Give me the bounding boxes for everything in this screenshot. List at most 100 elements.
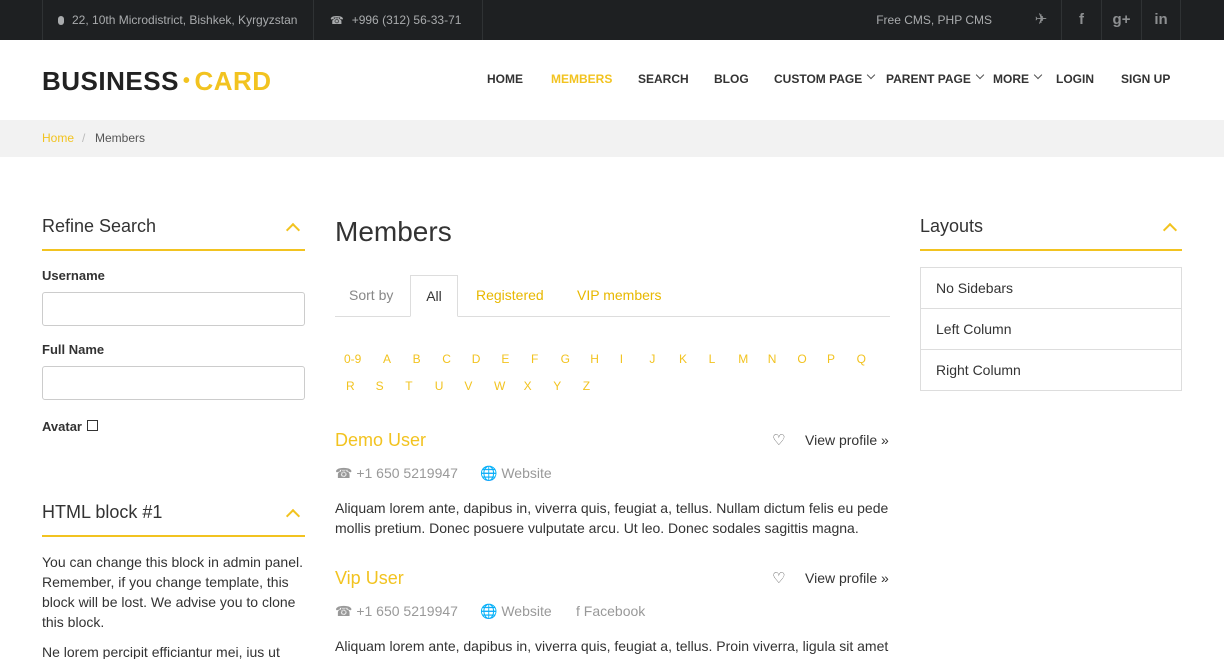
address-text: 22, 10th Microdistrict, Bishkek, Kyrgyzs…: [72, 13, 298, 27]
divider: [42, 535, 305, 537]
alpha-filter-u[interactable]: U: [435, 379, 444, 393]
logo-part2: CARD: [194, 66, 272, 96]
site-logo[interactable]: BUSINESS • CARD: [42, 66, 272, 97]
member-website[interactable]: 🌐 Website: [480, 603, 552, 620]
nav-signup[interactable]: SIGN UP: [1121, 72, 1170, 88]
alpha-filter-x[interactable]: X: [524, 379, 532, 393]
alpha-filter-i[interactable]: I: [620, 352, 623, 366]
divider: [920, 249, 1182, 251]
fullname-label: Full Name: [42, 342, 105, 357]
layouts-title: Layouts: [920, 216, 984, 236]
member-phone: ☎ +1 650 5219947: [335, 603, 458, 619]
phone-icon: ☎: [330, 15, 344, 27]
phone-text: +996 (312) 56-33-71: [351, 13, 462, 27]
nav-login[interactable]: LOGIN: [1056, 72, 1094, 88]
html-block-text: You can change this block in admin panel…: [42, 554, 303, 630]
nav-parent-page[interactable]: PARENT PAGE: [886, 70, 985, 88]
layout-item-right-column[interactable]: Right Column: [921, 350, 1181, 390]
divider: [42, 249, 305, 251]
map-pin-icon: [58, 16, 64, 25]
alpha-filter-k[interactable]: K: [679, 352, 687, 366]
breadcrumb-current: Members: [95, 131, 146, 145]
alpha-filter-h[interactable]: H: [590, 352, 599, 366]
collapse-icon[interactable]: [285, 222, 301, 238]
phone: ☎ +996 (312) 56-33-71: [313, 0, 483, 40]
alpha-filter-o[interactable]: O: [797, 352, 806, 366]
member-website[interactable]: 🌐 Website: [480, 465, 552, 482]
alpha-filter-z[interactable]: Z: [583, 379, 590, 393]
alpha-filter-y[interactable]: Y: [553, 379, 561, 393]
google-plus-icon[interactable]: g+: [1101, 0, 1141, 40]
alpha-filter-n[interactable]: N: [768, 352, 777, 366]
html-block-title: HTML block #1: [42, 502, 163, 522]
tab-registered[interactable]: Registered: [476, 287, 544, 303]
nav-more[interactable]: MORE: [993, 70, 1043, 88]
logo-dot: •: [182, 70, 191, 92]
alpha-filter-s[interactable]: S: [376, 379, 384, 393]
alpha-filter-v[interactable]: V: [464, 379, 472, 393]
heart-icon[interactable]: ♡: [772, 569, 785, 587]
member-name[interactable]: Demo User: [335, 430, 426, 451]
nav-home[interactable]: HOME: [487, 72, 523, 88]
logo-part1: BUSINESS: [42, 66, 179, 96]
linkedin-icon[interactable]: in: [1141, 0, 1181, 40]
alpha-filter-a[interactable]: A: [383, 352, 391, 366]
nav-blog[interactable]: BLOG: [714, 72, 749, 88]
chevron-down-icon: [866, 70, 876, 80]
globe-icon: 🌐: [480, 465, 502, 481]
page-title: Members: [335, 216, 452, 247]
twitter-icon[interactable]: ✈: [1021, 0, 1061, 40]
alpha-filter-0-9[interactable]: 0-9: [344, 352, 361, 366]
alpha-filter-q[interactable]: Q: [857, 352, 866, 366]
tab-all[interactable]: All: [410, 275, 458, 317]
alpha-filter-m[interactable]: M: [738, 352, 748, 366]
alpha-filter-c[interactable]: C: [442, 352, 451, 366]
username-label: Username: [42, 268, 105, 283]
sort-by-label: Sort by: [349, 287, 394, 303]
member-phone: ☎ +1 650 5219947: [335, 465, 458, 481]
alpha-filter-b[interactable]: B: [413, 352, 421, 366]
phone-icon: ☎: [335, 603, 357, 619]
alpha-filter-r[interactable]: R: [346, 379, 355, 393]
alpha-filter-l[interactable]: L: [709, 352, 716, 366]
alpha-filter-w[interactable]: W: [494, 379, 505, 393]
alpha-filter-d[interactable]: D: [472, 352, 481, 366]
alpha-filter-e[interactable]: E: [501, 352, 509, 366]
nav-members[interactable]: MEMBERS: [551, 72, 612, 88]
alpha-filter-t[interactable]: T: [405, 379, 412, 393]
breadcrumb: Home / Members: [0, 120, 1224, 157]
layout-item-no-sidebars[interactable]: No Sidebars: [921, 268, 1181, 309]
facebook-icon[interactable]: f: [1061, 0, 1101, 40]
chevron-down-icon: [975, 70, 985, 80]
facebook-icon: f: [576, 603, 584, 619]
collapse-icon[interactable]: [285, 508, 301, 524]
alpha-filter-j[interactable]: J: [649, 352, 655, 366]
layouts-list: No Sidebars Left Column Right Column: [920, 267, 1182, 391]
tab-vip-members[interactable]: VIP members: [577, 287, 662, 303]
alpha-filter-g[interactable]: G: [561, 352, 570, 366]
phone-icon: ☎: [335, 465, 357, 481]
nav-search[interactable]: SEARCH: [638, 72, 689, 88]
member-description: Aliquam lorem ante, dapibus in, viverra …: [335, 500, 889, 536]
member-facebook[interactable]: f Facebook: [576, 603, 645, 619]
avatar-label: Avatar: [42, 419, 82, 434]
address: 22, 10th Microdistrict, Bishkek, Kyrgyzs…: [42, 0, 312, 40]
view-profile-link[interactable]: View profile »: [805, 432, 889, 448]
alpha-filter-f[interactable]: F: [531, 352, 538, 366]
nav-custom-page[interactable]: CUSTOM PAGE: [774, 70, 876, 88]
heart-icon[interactable]: ♡: [772, 431, 785, 449]
fullname-input[interactable]: [42, 366, 305, 400]
cms-link[interactable]: Free CMS, PHP CMS: [876, 0, 992, 40]
member-name[interactable]: Vip User: [335, 568, 404, 589]
avatar-checkbox[interactable]: [87, 420, 98, 431]
member-description: Aliquam lorem ante, dapibus in, viverra …: [335, 638, 889, 654]
username-input[interactable]: [42, 292, 305, 326]
top-bar: 22, 10th Microdistrict, Bishkek, Kyrgyzs…: [0, 0, 1224, 40]
view-profile-link[interactable]: View profile »: [805, 570, 889, 586]
breadcrumb-home[interactable]: Home: [42, 131, 74, 145]
layout-item-left-column[interactable]: Left Column: [921, 309, 1181, 350]
refine-search-title: Refine Search: [42, 216, 157, 236]
globe-icon: 🌐: [480, 603, 502, 619]
collapse-icon[interactable]: [1162, 222, 1178, 238]
alpha-filter-p[interactable]: P: [827, 352, 835, 366]
